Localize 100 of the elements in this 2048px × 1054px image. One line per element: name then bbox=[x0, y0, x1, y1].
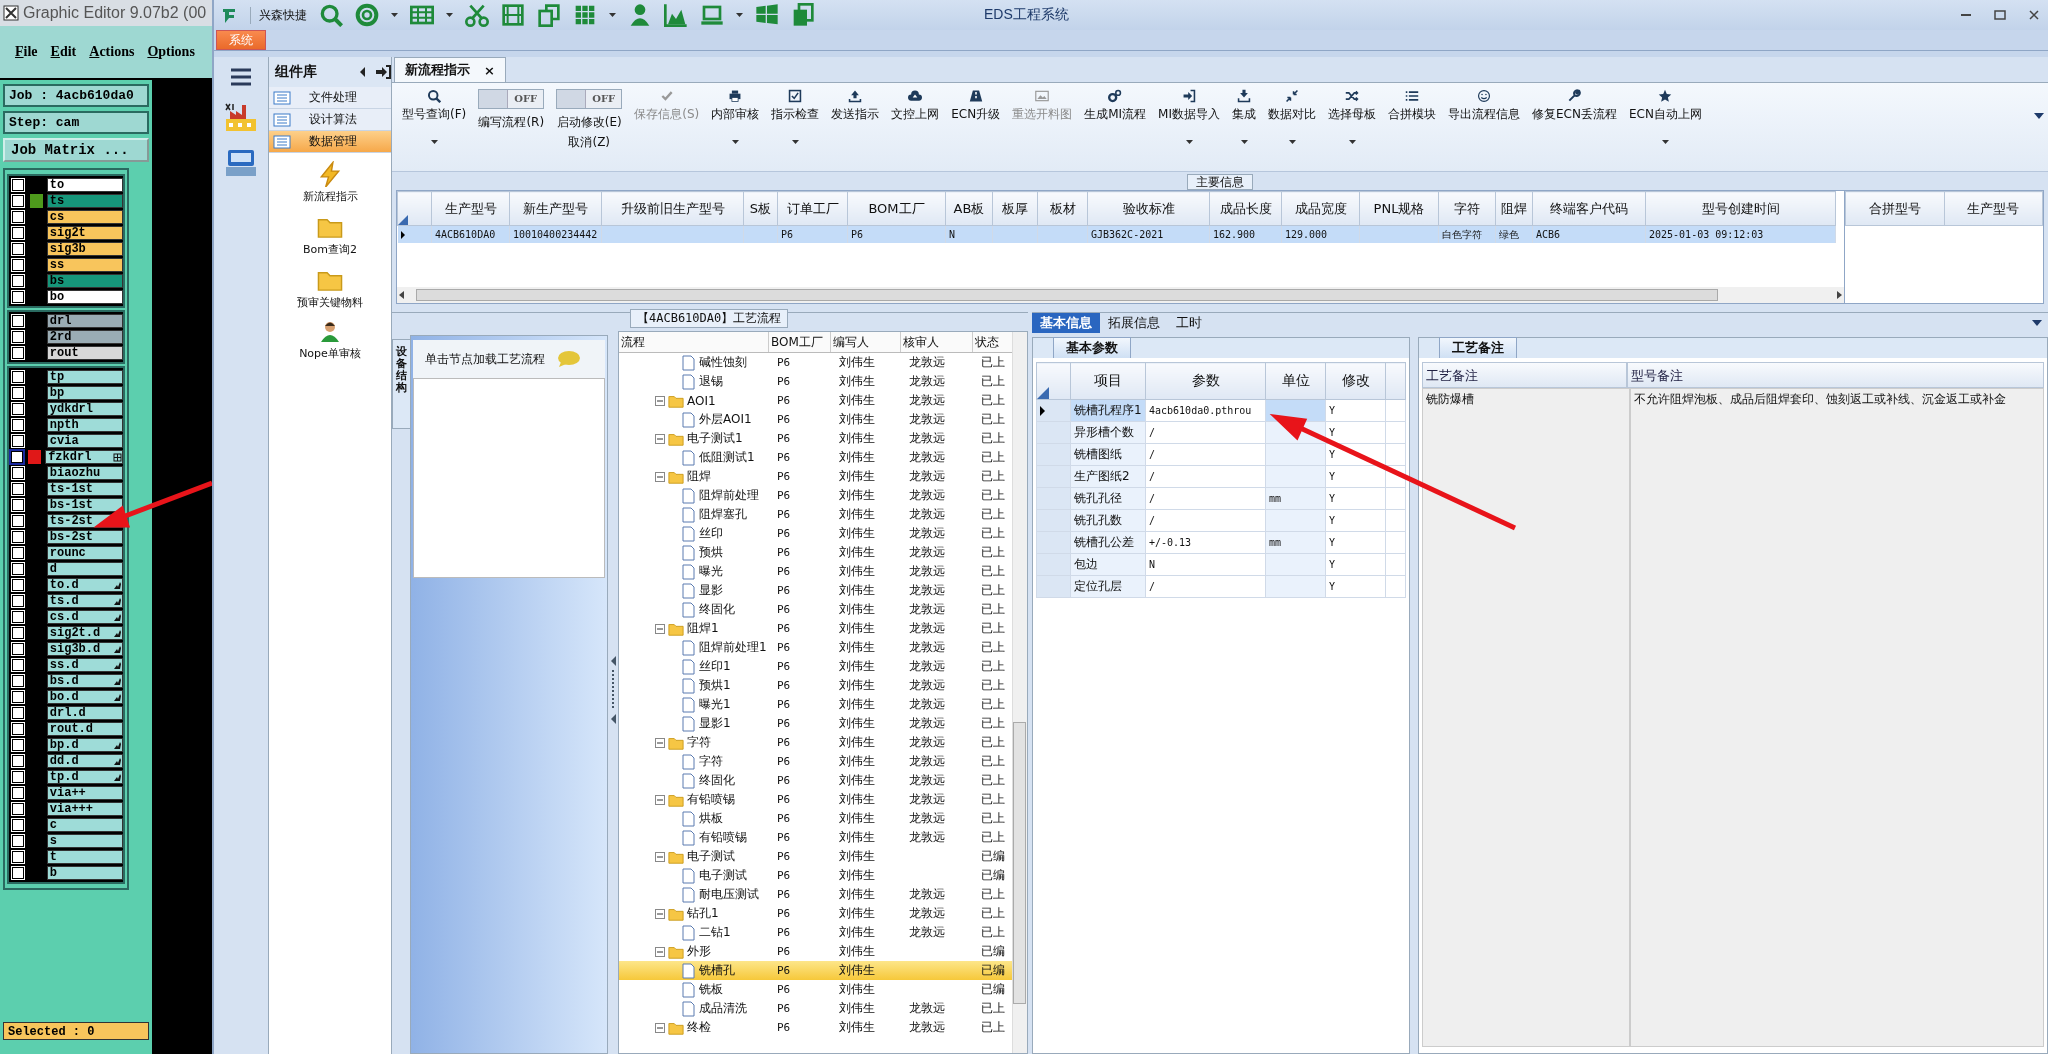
tree-row[interactable]: 显影1 P6 刘伟生 龙敦远 已上 bbox=[619, 714, 1012, 733]
layer-item[interactable]: rout bbox=[46, 346, 123, 360]
close-icon[interactable] bbox=[2028, 9, 2040, 21]
layer-item[interactable]: bs-1st bbox=[46, 498, 123, 512]
corner-icon[interactable] bbox=[1037, 387, 1049, 399]
tree-row[interactable]: 退锡 P6 刘伟生 龙敦远 已上 bbox=[619, 372, 1012, 391]
layer-checkbox[interactable] bbox=[12, 659, 24, 671]
launcher-item[interactable]: Bom查询2 bbox=[303, 214, 357, 257]
column-header[interactable]: PNL规格 bbox=[1359, 191, 1439, 226]
column-header[interactable]: 修改 bbox=[1325, 362, 1386, 400]
library-category[interactable]: 设计算法 bbox=[269, 109, 391, 131]
layer-item[interactable]: biaozhu bbox=[46, 466, 123, 480]
layer-item[interactable]: to.d bbox=[46, 578, 123, 592]
layer-item[interactable]: dd.d bbox=[46, 754, 123, 768]
tree-row[interactable]: 烘板 P6 刘伟生 龙敦远 已上 bbox=[619, 809, 1012, 828]
film-icon[interactable] bbox=[501, 3, 525, 27]
tree-row[interactable]: 丝印1 P6 刘伟生 龙敦远 已上 bbox=[619, 657, 1012, 676]
layer-checkbox[interactable] bbox=[12, 259, 24, 271]
caret-icon[interactable] bbox=[1185, 140, 1193, 144]
tree-row[interactable]: 阻焊 P6 刘伟生 龙敦远 已上 bbox=[619, 467, 1012, 486]
area-chart-icon[interactable] bbox=[664, 3, 688, 27]
tree-row[interactable]: 预烘 P6 刘伟生 龙敦远 已上 bbox=[619, 543, 1012, 562]
dropdown-icon[interactable] bbox=[2032, 320, 2042, 326]
layer-checkbox[interactable] bbox=[12, 579, 24, 591]
layer-checkbox[interactable] bbox=[12, 467, 24, 479]
column-header[interactable]: BOM工厂 bbox=[847, 191, 946, 226]
layer-checkbox[interactable] bbox=[12, 483, 24, 495]
tree-row[interactable]: 电子测试 P6 刘伟生 已编 bbox=[619, 866, 1012, 885]
layer-item[interactable]: drl bbox=[46, 314, 123, 328]
tree-row[interactable]: 低阻测试1 P6 刘伟生 龙敦远 已上 bbox=[619, 448, 1012, 467]
column-header[interactable]: 型号备注 bbox=[1627, 362, 2044, 388]
tab[interactable]: 工时 bbox=[1168, 313, 1210, 333]
tree-row[interactable]: 电子测试 P6 刘伟生 已编 bbox=[619, 847, 1012, 866]
layer-checkbox[interactable] bbox=[12, 643, 24, 655]
windows-icon[interactable] bbox=[755, 3, 779, 27]
column-header[interactable]: 板厚 bbox=[992, 191, 1038, 226]
layer-item[interactable]: rounc bbox=[46, 546, 123, 560]
caret-icon[interactable] bbox=[430, 140, 438, 144]
column-header[interactable]: 字符 bbox=[1438, 191, 1496, 226]
expander-icon[interactable] bbox=[655, 471, 665, 482]
layer-item[interactable]: d bbox=[46, 562, 123, 576]
caret-icon[interactable] bbox=[731, 140, 739, 144]
expander-icon[interactable] bbox=[655, 1022, 665, 1033]
launcher-item[interactable]: 新流程指示 bbox=[302, 161, 358, 204]
column-header[interactable]: 终端客户代码 bbox=[1532, 191, 1646, 226]
column-header[interactable]: 验收标准 bbox=[1087, 191, 1210, 226]
layer-item[interactable]: t bbox=[46, 850, 123, 864]
scrollbar-thumb[interactable] bbox=[1013, 722, 1026, 1004]
layer-checkbox[interactable] bbox=[12, 627, 24, 639]
ribbon-button[interactable]: ECN升级 bbox=[945, 89, 1007, 123]
layer-item[interactable]: tp bbox=[46, 370, 123, 384]
tab[interactable]: 拓展信息 bbox=[1100, 313, 1168, 333]
ribbon-button[interactable]: 修复ECN丢流程 bbox=[1526, 89, 1623, 123]
layer-item[interactable]: cs bbox=[46, 210, 123, 224]
caret-icon[interactable] bbox=[736, 13, 743, 17]
layer-item[interactable]: bs.d bbox=[46, 674, 123, 688]
collapse-left-icon[interactable] bbox=[610, 655, 616, 666]
tree-row[interactable]: 阻焊1 P6 刘伟生 龙敦远 已上 bbox=[619, 619, 1012, 638]
restore-icon[interactable] bbox=[1994, 9, 2006, 21]
copy-icon[interactable] bbox=[537, 3, 561, 27]
layer-item[interactable]: ss bbox=[46, 258, 123, 272]
layer-checkbox[interactable] bbox=[12, 675, 24, 687]
expander-icon[interactable] bbox=[655, 433, 665, 444]
layer-checkbox[interactable] bbox=[12, 547, 24, 559]
layer-checkbox[interactable] bbox=[12, 243, 24, 255]
layer-checkbox[interactable] bbox=[12, 179, 24, 191]
ribbon-button[interactable]: 内部审核 bbox=[705, 89, 766, 144]
layer-checkbox[interactable] bbox=[12, 563, 24, 575]
tree-row[interactable]: 终固化 P6 刘伟生 龙敦远 已上 bbox=[619, 600, 1012, 619]
layer-item[interactable]: bs-2st bbox=[46, 530, 123, 544]
layer-checkbox[interactable] bbox=[12, 371, 24, 383]
launcher-item[interactable]: 预审关键物料 bbox=[297, 267, 363, 310]
tree-row[interactable]: 阻焊前处理 P6 刘伟生 龙敦远 已上 bbox=[619, 486, 1012, 505]
column-header[interactable]: 新生产型号 bbox=[509, 191, 602, 226]
column-header[interactable]: 编写人 bbox=[831, 332, 901, 352]
column-header[interactable]: 生产型号 bbox=[431, 191, 510, 226]
layer-checkbox[interactable] bbox=[12, 851, 24, 863]
column-header[interactable]: 生产型号 bbox=[1944, 191, 2043, 226]
laptop-icon[interactable] bbox=[700, 3, 724, 27]
layer-checkbox[interactable] bbox=[12, 515, 24, 527]
layer-item[interactable]: cs.d bbox=[46, 610, 123, 624]
ribbon-button[interactable]: 数据对比 bbox=[1262, 89, 1322, 144]
layer-item[interactable]: b bbox=[46, 866, 123, 880]
column-header[interactable]: 成品长度 bbox=[1209, 191, 1282, 226]
ribbon-button[interactable]: 生成MI流程 bbox=[1078, 89, 1153, 123]
tree-row[interactable]: 阻焊塞孔 P6 刘伟生 龙敦远 已上 bbox=[619, 505, 1012, 524]
tree-row[interactable]: 曝光1 P6 刘伟生 龙敦远 已上 bbox=[619, 695, 1012, 714]
expander-icon[interactable] bbox=[655, 794, 665, 805]
column-header[interactable]: 流程 bbox=[619, 332, 769, 352]
layer-item[interactable]: sig3b bbox=[46, 242, 123, 256]
layer-checkbox[interactable] bbox=[12, 611, 24, 623]
expander-icon[interactable] bbox=[655, 908, 665, 919]
layer-item[interactable]: ts.d bbox=[46, 594, 123, 608]
layer-checkbox[interactable] bbox=[12, 331, 24, 343]
column-header[interactable]: 单位 bbox=[1265, 362, 1326, 400]
tree-row[interactable]: 丝印 P6 刘伟生 龙敦远 已上 bbox=[619, 524, 1012, 543]
caret-icon[interactable] bbox=[391, 13, 398, 17]
menu-icon[interactable] bbox=[229, 67, 253, 87]
tree-row[interactable]: 碱性蚀刻 P6 刘伟生 龙敦远 已上 bbox=[619, 353, 1012, 372]
tree-row[interactable]: 阻焊前处理1 P6 刘伟生 龙敦远 已上 bbox=[619, 638, 1012, 657]
